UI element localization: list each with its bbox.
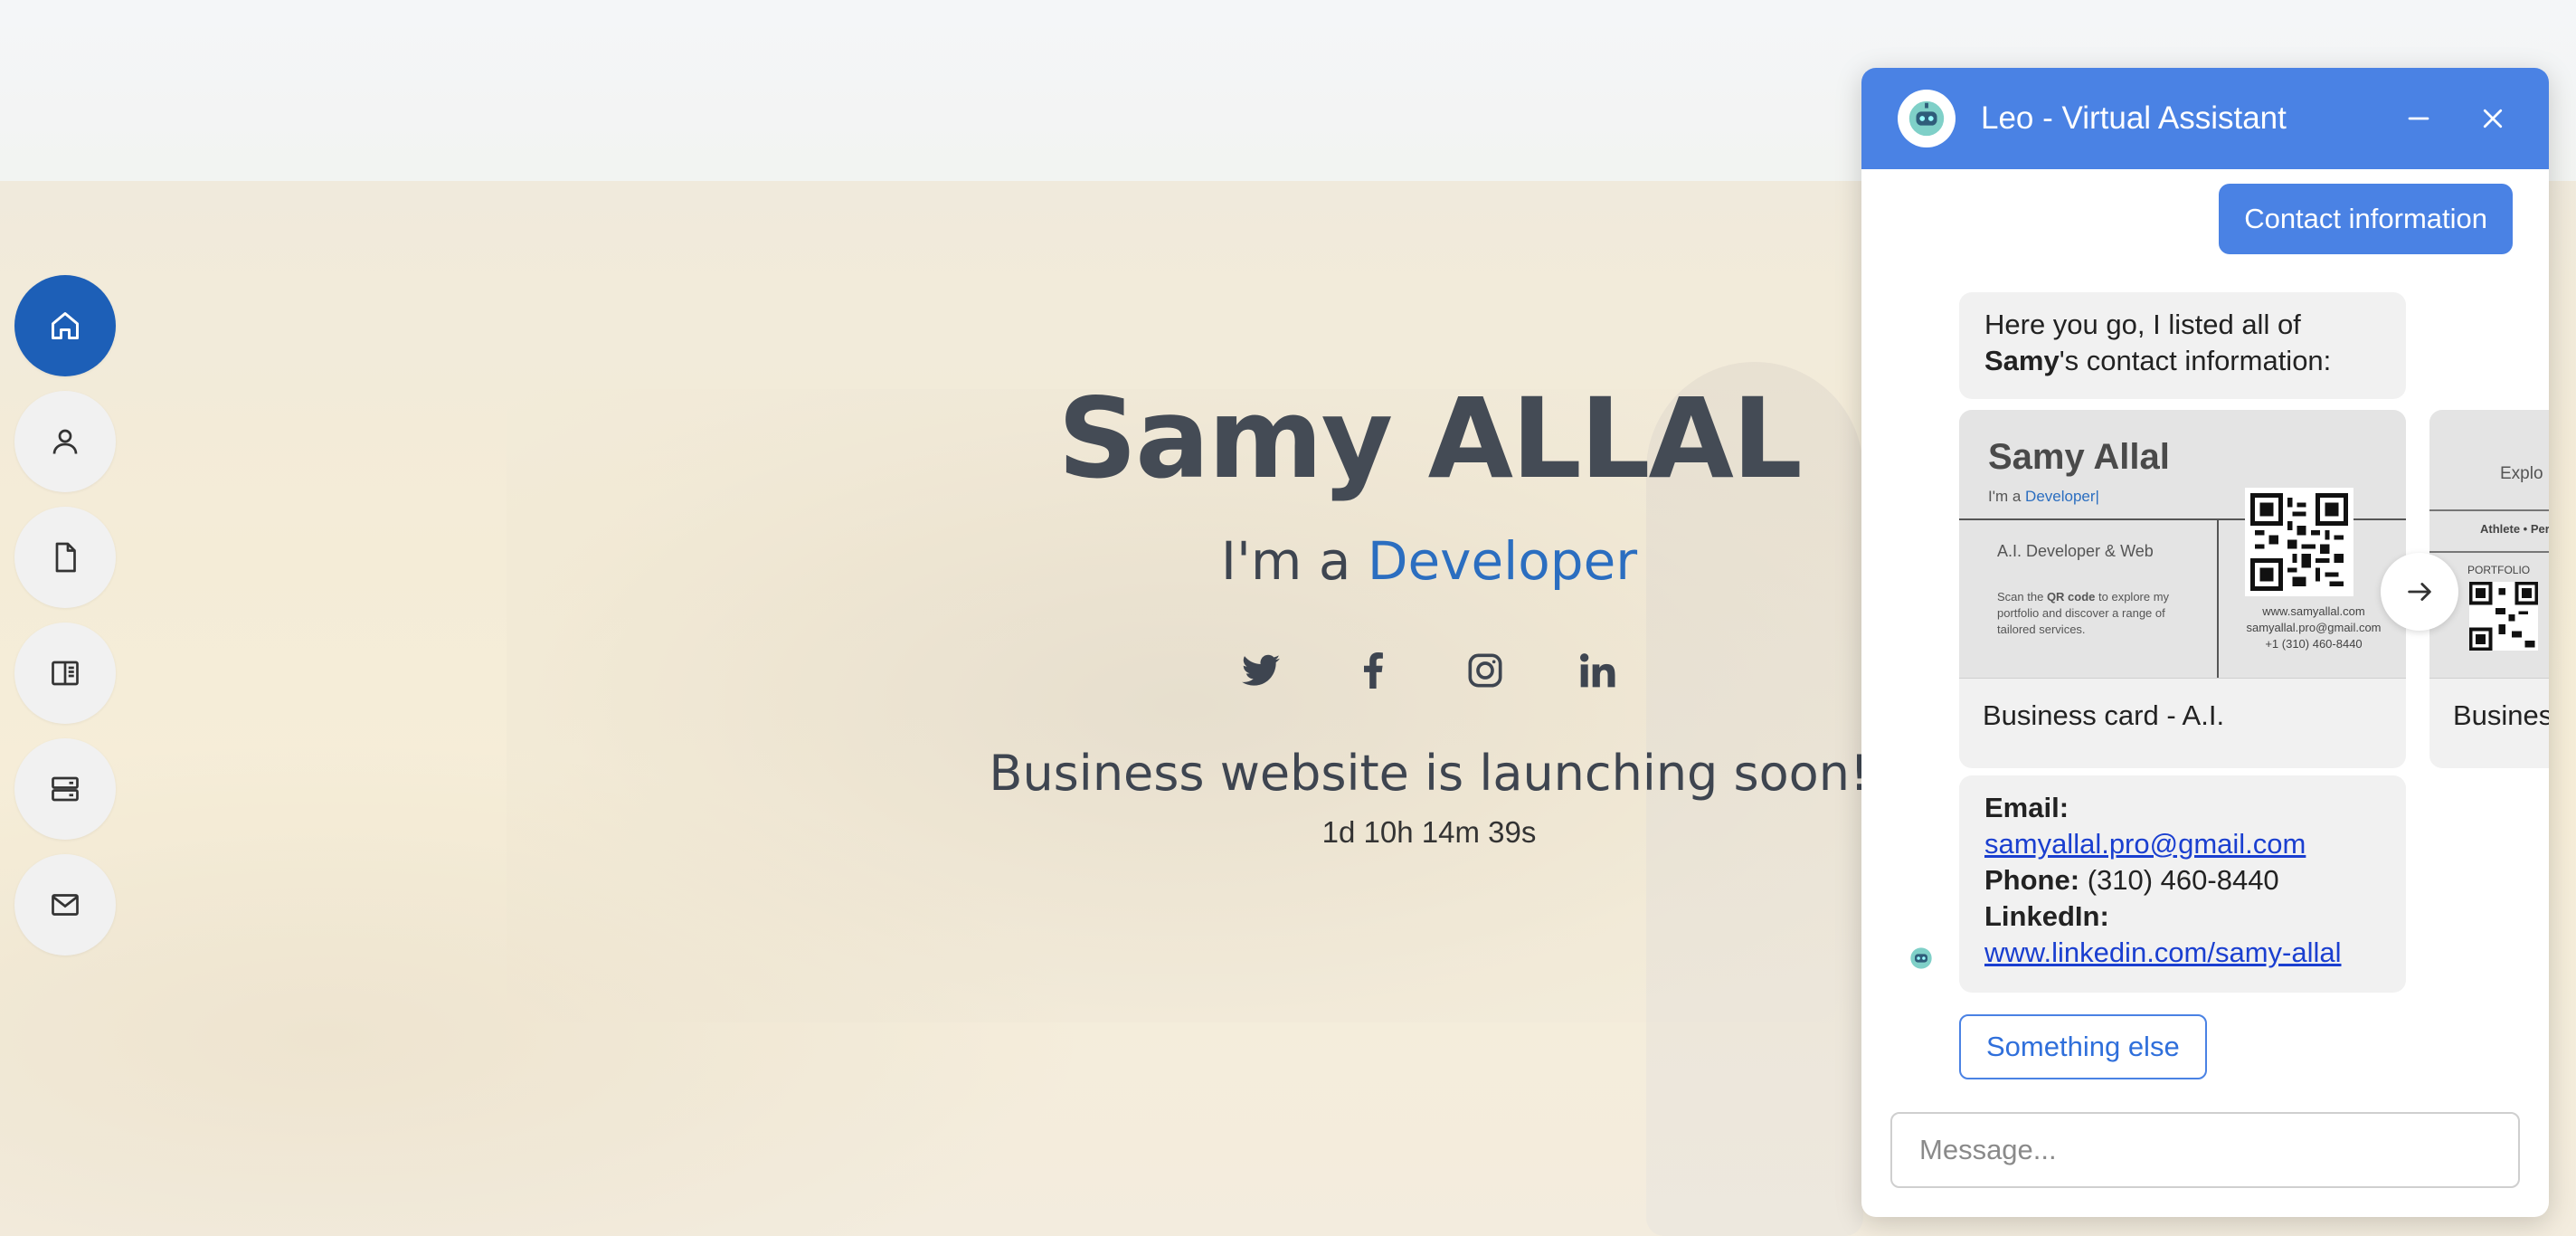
home-icon: [52, 312, 79, 339]
card-portfolio-label: PORTFOLIO: [2467, 564, 2531, 576]
qr-code-icon: [2469, 582, 2538, 651]
bot-message-line1: Here you go, I listed all of: [1984, 309, 2301, 340]
card-contact-details: www.samyallal.com samyallal.pro@gmail.co…: [2221, 604, 2406, 652]
email-label: Email:: [1984, 792, 2069, 823]
document-icon: [55, 542, 76, 573]
minimize-icon: [2408, 117, 2429, 120]
linkedin-link[interactable]: [1576, 649, 1619, 692]
card-carousel: Samy Allal I'm a Developer| A.I. Develop…: [1959, 410, 2549, 768]
facebook-icon: [1364, 652, 1383, 689]
hero-role-prefix: I'm a: [1220, 530, 1351, 592]
qr-code: [2245, 488, 2353, 596]
card-email: samyallal.pro@gmail.com: [2246, 621, 2382, 634]
linkedin-link-url[interactable]: www.linkedin.com/samy-allal: [1984, 935, 2381, 971]
instagram-link[interactable]: [1463, 649, 1507, 692]
card-phone: +1 (310) 460-8440: [2265, 637, 2363, 651]
nav-services-button[interactable]: [14, 738, 116, 840]
side-nav: [14, 275, 116, 970]
mail-icon: [52, 894, 79, 916]
chat-header: Leo - Virtual Assistant: [1861, 68, 2549, 169]
contact-info-message: Email: samyallal.pro@gmail.com Phone: (3…: [1959, 775, 2406, 993]
message-input[interactable]: [1890, 1112, 2520, 1188]
card-tagline: Athlete • Per: [2480, 522, 2549, 536]
user-icon: [52, 429, 78, 454]
phone-label: Phone:: [1984, 864, 2080, 896]
nav-home-button[interactable]: [14, 275, 116, 376]
user-message: Contact information: [2219, 184, 2513, 254]
card-subtitle: A.I. Developer & Web: [1997, 542, 2154, 560]
hero-role-typed: Developer: [1367, 530, 1638, 592]
bot-message-line2: 's contact information:: [2059, 345, 2332, 376]
book-icon: [52, 661, 79, 686]
instagram-icon: [1468, 653, 1502, 688]
server-icon: [52, 776, 79, 802]
card-description-lead: Scan the: [1997, 590, 2047, 604]
nav-contact-button[interactable]: [14, 854, 116, 956]
nav-resume-button[interactable]: [14, 507, 116, 608]
card-role-typed: Developer|: [2025, 488, 2099, 505]
nav-portfolio-button[interactable]: [14, 623, 116, 724]
chat-widget: Leo - Virtual Assistant Contact informat…: [1861, 68, 2549, 1217]
twitter-link[interactable]: [1239, 649, 1283, 692]
card-role-prefix: I'm a: [1988, 488, 2022, 505]
quick-reply-something-else[interactable]: Something else: [1959, 1014, 2207, 1079]
linkedin-label: LinkedIn:: [1984, 900, 2109, 932]
arrow-right-icon: [2408, 583, 2431, 601]
bot-message-name: Samy: [1984, 345, 2060, 376]
phone-value: (310) 460-8440: [2087, 864, 2279, 896]
close-icon: [2483, 109, 2503, 128]
robot-icon: [1910, 947, 1932, 969]
card-name: Samy Allal: [1988, 437, 2170, 477]
card-description-bold: QR code: [2046, 590, 2096, 604]
minimize-button[interactable]: [2395, 95, 2442, 142]
launch-announcement: Business website is launching soon!: [989, 745, 1870, 802]
carousel-card[interactable]: Samy Allal I'm a Developer| A.I. Develop…: [1959, 410, 2406, 768]
close-button[interactable]: [2469, 95, 2516, 142]
social-links: [1239, 639, 1619, 702]
card-description: Scan the QR code to explore my portfolio…: [1997, 589, 2196, 638]
bot-message: Here you go, I listed all of Samy's cont…: [1959, 292, 2406, 399]
chat-title: Leo - Virtual Assistant: [1981, 100, 2287, 136]
countdown-timer: 1d 10h 14m 39s: [1321, 815, 1537, 849]
robot-icon: [1908, 100, 1945, 137]
hero-name: Samy ALLAL: [1057, 375, 1802, 503]
twitter-icon: [1242, 654, 1280, 686]
card-caption: Business card - A.I.: [1983, 699, 2225, 731]
carousel-next-button[interactable]: [2381, 553, 2458, 631]
business-card-image: Explo Athlete • Per PORTFOLIO: [2429, 410, 2549, 679]
card-caption: Busines: [2453, 699, 2549, 731]
bot-avatar: [1898, 90, 1956, 147]
business-card-image: Samy Allal I'm a Developer| A.I. Develop…: [1959, 410, 2406, 679]
hero-role: I'm a Developer: [995, 525, 1863, 597]
card-explore-text: Explo: [2500, 464, 2543, 483]
email-link[interactable]: samyallal.pro@gmail.com: [1984, 826, 2381, 862]
card-website: www.samyallal.com: [2262, 604, 2365, 618]
bot-mini-avatar: [1907, 944, 1936, 973]
card-role: I'm a Developer|: [1988, 488, 2099, 506]
facebook-link[interactable]: [1351, 649, 1395, 692]
qr-code: [2469, 582, 2538, 651]
nav-about-button[interactable]: [14, 391, 116, 492]
qr-code-icon: [2250, 493, 2348, 591]
linkedin-icon: [1580, 653, 1615, 688]
